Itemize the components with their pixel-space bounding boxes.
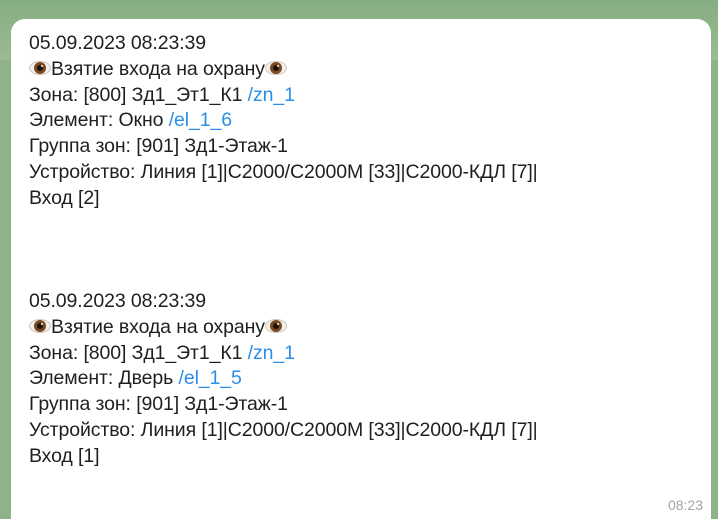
device-input-line: Вход [1] — [29, 444, 100, 467]
eye-icon — [264, 317, 287, 335]
zone-text: Зона: [800] Зд1_Эт1_К1 — [29, 341, 248, 364]
alarm-message-1: 05.09.2023 08:23:39 Взятие входа на охра… — [29, 31, 689, 212]
zone-line: Зона: [800] Зд1_Эт1_К1 /zn_1 — [29, 341, 689, 367]
message-timestamp: 08:23 — [667, 497, 703, 513]
alarm-message-2: 05.09.2023 08:23:39 Взятие входа на охра… — [29, 289, 689, 470]
element-command-link[interactable]: /el_1_6 — [169, 109, 232, 131]
zone-text: Зона: [800] Зд1_Эт1_К1 — [29, 83, 248, 106]
device-line: Устройство: Линия [1]|С2000/С2000М [33]|… — [29, 418, 538, 441]
event-title-line: Взятие входа на охрану — [29, 57, 689, 83]
eye-icon — [29, 59, 51, 77]
zone-group-line: Группа зон: [901] Зд1-Этаж-1 — [29, 393, 288, 416]
zone-command-link[interactable]: /zn_1 — [248, 342, 295, 364]
element-text: Элемент: Окно — [29, 109, 169, 132]
eye-icon — [264, 59, 287, 77]
zone-line: Зона: [800] Зд1_Эт1_К1 /zn_1 — [29, 83, 689, 109]
element-line: Элемент: Дверь /el_1_5 — [29, 366, 689, 392]
event-title: Взятие входа на охрану — [51, 57, 265, 80]
device-line: Устройство: Линия [1]|С2000/С2000М [33]|… — [29, 160, 538, 183]
event-title: Взятие входа на охрану — [51, 315, 265, 338]
device-input-line: Вход [2] — [29, 186, 100, 209]
event-title-line: Взятие входа на охрану — [29, 315, 689, 341]
zone-command-link[interactable]: /zn_1 — [248, 84, 295, 106]
element-text: Элемент: Дверь — [29, 367, 179, 390]
message-datetime: 05.09.2023 08:23:39 — [29, 290, 207, 312]
message-datetime: 05.09.2023 08:23:39 — [29, 32, 207, 54]
element-line: Элемент: Окно /el_1_6 — [29, 108, 689, 134]
eye-icon — [29, 317, 51, 335]
element-command-link[interactable]: /el_1_5 — [179, 367, 242, 389]
zone-group-line: Группа зон: [901] Зд1-Этаж-1 — [29, 135, 288, 158]
message-bubble: 05.09.2023 08:23:39 Взятие входа на охра… — [11, 19, 711, 519]
